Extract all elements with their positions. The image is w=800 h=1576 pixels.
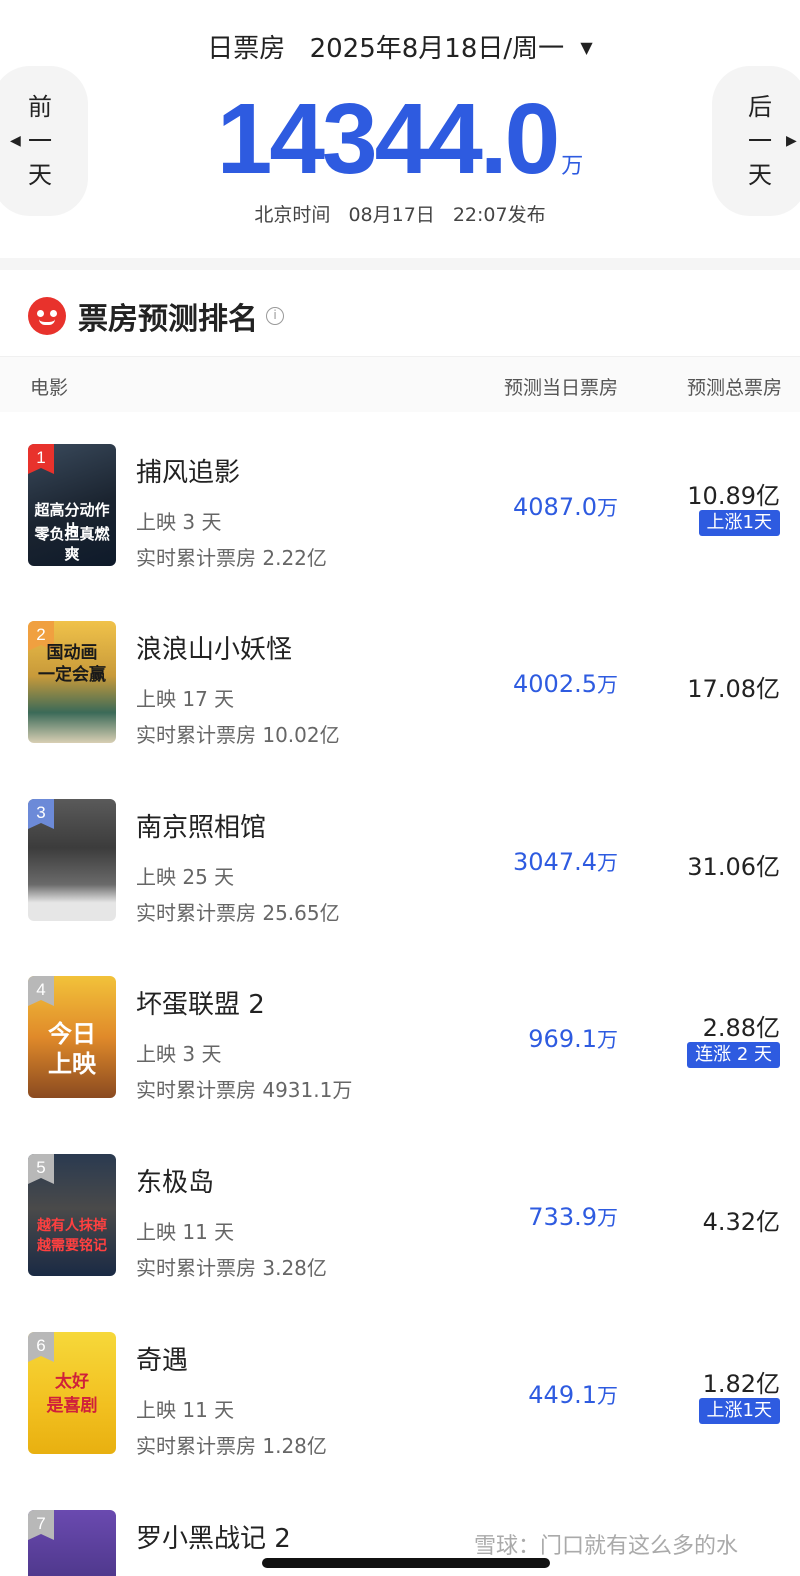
header: 日票房 2025年8月18日/周一 ▼ 前 一 天 ◀ 后 一 天 ▶ 1434…: [0, 0, 800, 258]
column-header-total: 预测总票房: [686, 377, 782, 399]
poster-caption-1: 太好: [55, 1372, 89, 1392]
rank-badge: 3: [28, 799, 54, 829]
section-header: 票房预测排名 i: [28, 294, 284, 338]
rank-badge: 1: [28, 444, 54, 474]
poster-caption-2: 越需要铭记: [37, 1238, 107, 1254]
date-selector[interactable]: 日票房 2025年8月18日/周一 ▼: [0, 28, 800, 65]
predicted-daily-unit: 万: [597, 673, 618, 697]
section-divider: [0, 258, 800, 270]
predicted-daily: 733.9万: [528, 1202, 618, 1232]
movie-poster: 3: [28, 799, 116, 921]
predicted-daily-unit: 万: [597, 496, 618, 520]
trend-badge: 上涨1天: [698, 1398, 780, 1424]
predicted-daily-value: 4087.0: [513, 493, 597, 521]
movie-title: 浪浪山小妖怪: [136, 635, 293, 665]
rank-badge: 7: [28, 1510, 54, 1540]
days-released: 上映 3 天: [136, 1042, 222, 1066]
movie-poster: 6 太好 是喜剧: [28, 1332, 116, 1454]
days-released: 上映 17 天: [136, 687, 235, 711]
poster-caption-2: 上映: [48, 1050, 96, 1078]
publish-date: 08月17日: [348, 204, 435, 226]
poster-caption-1: 越有人抹掉: [37, 1218, 107, 1234]
movie-row[interactable]: 5 越有人抹掉 越需要铭记 东极岛 上映 11 天 实时累计票房 3.28亿 7…: [0, 1154, 800, 1332]
publish-time: 北京时间 08月17日 22:07发布: [0, 200, 800, 227]
column-header-daily: 预测当日票房: [503, 377, 618, 399]
total-box-office: 14344.0 万: [0, 82, 800, 197]
rank-badge: 6: [28, 1332, 54, 1362]
predicted-daily-unit: 万: [597, 1206, 618, 1230]
daily-box-office-label: 日票房: [207, 34, 286, 64]
movie-row[interactable]: 4 今日 上映 坏蛋联盟 2 上映 3 天 实时累计票房 4931.1万 969…: [0, 976, 800, 1154]
trend-badge: 上涨1天: [698, 510, 780, 536]
movie-title: 东极岛: [136, 1168, 215, 1198]
movie-title: 坏蛋联盟 2: [136, 990, 265, 1020]
movie-row[interactable]: 2 国动画 一定会赢 浪浪山小妖怪 上映 17 天 实时累计票房 10.02亿 …: [0, 621, 800, 799]
rank-badge: 4: [28, 976, 54, 1006]
predicted-daily-unit: 万: [597, 851, 618, 875]
predicted-daily: 3047.4万: [513, 847, 618, 877]
movie-row[interactable]: 1 超高分动作片 零负担真燃爽 捕风追影 上映 3 天 实时累计票房 2.22亿…: [0, 444, 800, 622]
movie-title: 奇遇: [136, 1346, 189, 1376]
predicted-daily: 4002.5万: [513, 669, 618, 699]
total-box-office-value: 14344.0: [216, 83, 560, 195]
predicted-daily-value: 3047.4: [513, 848, 597, 876]
total-box-office-unit: 万: [561, 154, 584, 179]
poster-caption-1: 今日: [48, 1020, 96, 1048]
movie-title: 南京照相馆: [136, 813, 267, 843]
poster-caption-1: 国动画: [46, 643, 98, 663]
predicted-total: 31.06亿: [687, 853, 780, 881]
rank-badge: 5: [28, 1154, 54, 1184]
days-released: 上映 3 天: [136, 510, 222, 534]
movie-title: 捕风追影: [136, 458, 241, 488]
predicted-daily-value: 4002.5: [513, 670, 597, 698]
poster-caption-2: 一定会赢: [38, 665, 106, 685]
poster-caption-2: 零负担真燃爽: [34, 525, 110, 563]
days-released: 上映 11 天: [136, 1398, 235, 1422]
publish-clock: 22:07发布: [452, 204, 546, 226]
dropdown-caret-icon[interactable]: ▼: [580, 38, 592, 57]
movie-poster: 1 超高分动作片 零负担真燃爽: [28, 444, 116, 566]
predicted-total: 1.82亿: [702, 1370, 780, 1398]
movie-poster: 7: [28, 1510, 116, 1576]
predicted-daily-unit: 万: [597, 1384, 618, 1408]
poster-caption-2: 是喜剧: [46, 1396, 98, 1416]
predicted-daily: 969.1万: [528, 1024, 618, 1054]
predicted-daily-unit: 万: [597, 1028, 618, 1052]
table-header: 电影 预测当日票房 预测总票房: [0, 356, 800, 412]
watermark: 雪球：门口就有这么多的水: [474, 1534, 739, 1559]
movie-title: 罗小黑战记 2: [136, 1524, 291, 1554]
cumulative-box-office: 实时累计票房 25.65亿: [136, 901, 340, 925]
predicted-total: 2.88亿: [702, 1014, 780, 1042]
column-header-movie: 电影: [30, 377, 69, 399]
cumulative-box-office: 实时累计票房 3.28亿: [136, 1256, 327, 1280]
predicted-daily-value: 969.1: [528, 1025, 597, 1053]
movie-row[interactable]: 6 太好 是喜剧 奇遇 上映 11 天 实时累计票房 1.28亿 449.1万 …: [0, 1332, 800, 1510]
movie-poster: 4 今日 上映: [28, 976, 116, 1098]
cumulative-box-office: 实时累计票房 4931.1万: [136, 1078, 353, 1102]
maoyan-logo-icon: [28, 297, 66, 335]
home-indicator[interactable]: [262, 1558, 550, 1568]
predicted-daily: 4087.0万: [513, 492, 618, 522]
trend-badge: 连涨 2 天: [687, 1042, 780, 1068]
movie-poster: 5 越有人抹掉 越需要铭记: [28, 1154, 116, 1276]
days-released: 上映 25 天: [136, 865, 235, 889]
cumulative-box-office: 实时累计票房 2.22亿: [136, 546, 327, 570]
info-icon[interactable]: i: [266, 307, 284, 325]
date-text[interactable]: 2025年8月18日/周一: [310, 34, 565, 64]
section-title: 票房预测排名: [78, 302, 258, 337]
movie-poster: 2 国动画 一定会赢: [28, 621, 116, 743]
predicted-total: 4.32亿: [702, 1208, 780, 1236]
predicted-daily-value: 733.9: [528, 1203, 597, 1231]
days-released: 上映 11 天: [136, 1220, 235, 1244]
publish-timezone: 北京时间: [254, 204, 331, 226]
predicted-daily-value: 449.1: [528, 1381, 597, 1409]
cumulative-box-office: 实时累计票房 1.28亿: [136, 1434, 327, 1458]
predicted-total: 17.08亿: [687, 675, 780, 703]
cumulative-box-office: 实时累计票房 10.02亿: [136, 723, 340, 747]
predicted-total: 10.89亿: [687, 482, 780, 510]
predicted-daily: 449.1万: [528, 1380, 618, 1410]
movie-row[interactable]: 3 南京照相馆 上映 25 天 实时累计票房 25.65亿 3047.4万 31…: [0, 799, 800, 977]
